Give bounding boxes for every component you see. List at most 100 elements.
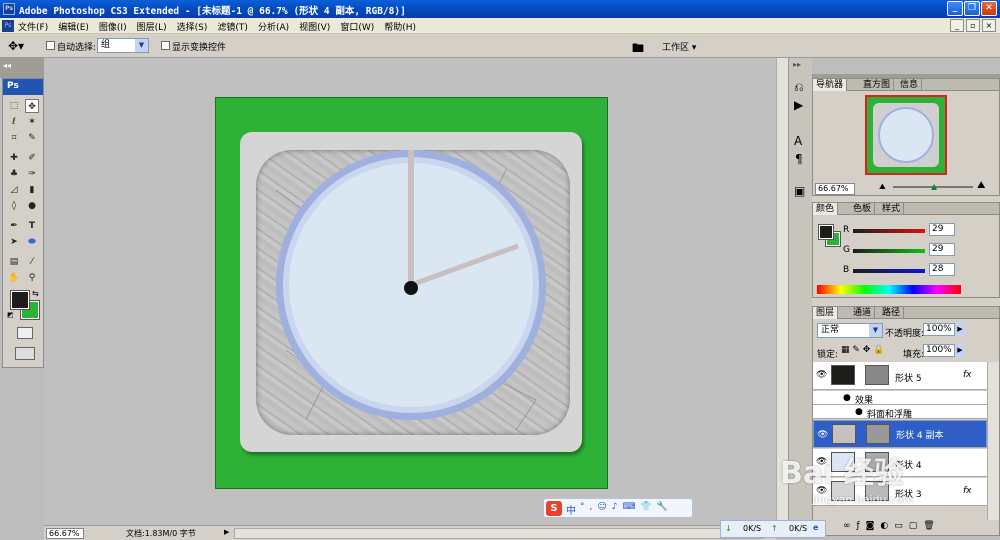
menu-item[interactable]: 文件(F) xyxy=(18,20,48,33)
tab-navigator[interactable]: 导航器 xyxy=(813,79,848,91)
layers-footer-icons[interactable]: ∞ƒ◙◐▭▢🗑 xyxy=(843,521,941,531)
minimize-button[interactable]: _ xyxy=(947,1,963,16)
crop-tool-icon[interactable]: ⌗ xyxy=(7,131,21,145)
marquee-tool-icon[interactable]: ⬚ xyxy=(7,99,21,113)
actions-panel-icon[interactable]: ▶ xyxy=(794,98,803,112)
layers-scrollbar[interactable] xyxy=(987,362,999,520)
clone-stamp-tool-icon[interactable]: ♣ xyxy=(7,167,21,181)
status-zoom-field[interactable]: 66.67% xyxy=(46,528,84,539)
blend-mode-dropdown[interactable]: 正常 ▼ xyxy=(817,323,883,338)
layer-row[interactable]: 👁 形状 5 fx xyxy=(813,362,987,390)
zoom-in-icon[interactable]: ⛰ xyxy=(977,180,985,191)
g-value[interactable]: 29 xyxy=(929,243,955,256)
r-value[interactable]: 29 xyxy=(929,223,955,236)
eraser-tool-icon[interactable]: ◿ xyxy=(7,183,21,197)
tab-color[interactable]: 颜色 xyxy=(813,203,839,215)
tab-layers[interactable]: 图层 xyxy=(813,307,839,319)
tab-info[interactable]: 信息 xyxy=(897,79,923,91)
browser-icon[interactable]: e xyxy=(813,523,818,532)
fill-arrow-icon[interactable]: ▶ xyxy=(955,344,965,357)
tab-styles[interactable]: 样式 xyxy=(879,203,905,215)
history-panel-icon[interactable]: ⎌ xyxy=(794,80,804,95)
collapse-icon[interactable]: ◂◂ xyxy=(3,61,11,70)
status-arrow-icon[interactable]: ▶ xyxy=(224,528,229,536)
history-brush-tool-icon[interactable]: ✑ xyxy=(25,167,39,181)
swap-colors-icon[interactable]: ⇆ xyxy=(32,289,39,298)
foreground-color-swatch[interactable] xyxy=(10,290,30,310)
menu-item[interactable]: 图像(I) xyxy=(99,20,127,33)
expand-icon[interactable]: ▸▸ xyxy=(793,60,801,69)
tab-paths[interactable]: 路径 xyxy=(879,307,905,319)
document-icon[interactable]: Ps xyxy=(2,20,14,32)
r-slider[interactable] xyxy=(853,229,925,233)
menu-item[interactable]: 分析(A) xyxy=(258,20,289,33)
workspace-menu[interactable]: 工作区 ▾ xyxy=(662,40,696,53)
dodge-tool-icon[interactable]: ● xyxy=(25,199,39,213)
close-button[interactable]: ✕ xyxy=(981,1,997,16)
layer-comps-panel-icon[interactable]: ▣ xyxy=(794,184,805,198)
bridge-icon[interactable]: 🖿 xyxy=(632,39,644,60)
ime-tool-icons[interactable]: °,☺♪⌨👕🔧 xyxy=(580,502,673,512)
menu-item[interactable]: 滤镜(T) xyxy=(217,20,248,33)
fill-field[interactable]: 100% xyxy=(923,344,955,357)
default-colors-icon[interactable]: ◩ xyxy=(7,311,14,319)
layer-effects-row[interactable]: ● 效果 xyxy=(813,391,987,406)
color-fg-swatch[interactable] xyxy=(818,224,834,240)
layer-effect-item[interactable]: ● 斜面和浮雕 xyxy=(813,405,987,420)
magic-wand-tool-icon[interactable]: ✶ xyxy=(25,115,39,129)
effects-eye-icon[interactable]: ● xyxy=(843,393,851,403)
move-tool-icon[interactable]: ✥ xyxy=(25,99,39,113)
g-slider[interactable] xyxy=(853,249,925,253)
tab-channels[interactable]: 通道 xyxy=(850,307,876,319)
ime-chinese-mode[interactable]: 中 xyxy=(566,502,576,517)
b-slider[interactable] xyxy=(853,269,925,273)
opacity-arrow-icon[interactable]: ▶ xyxy=(955,323,965,336)
horizontal-scrollbar[interactable] xyxy=(234,528,764,539)
menu-item[interactable]: 图层(L) xyxy=(137,20,167,33)
notes-tool-icon[interactable]: ▤ xyxy=(7,255,21,269)
gradient-tool-icon[interactable]: ▮ xyxy=(25,183,39,197)
path-selection-tool-icon[interactable]: ➤ xyxy=(7,235,21,249)
doc-restore-button[interactable]: ▫ xyxy=(966,19,980,32)
fx-icon[interactable]: fx xyxy=(963,370,972,380)
effect-eye-icon[interactable]: ● xyxy=(855,407,863,417)
visibility-eye-icon[interactable]: 👁 xyxy=(817,429,828,442)
opacity-field[interactable]: 100% xyxy=(923,323,955,336)
zoom-tool-icon[interactable]: ⚲ xyxy=(25,271,39,285)
menu-item[interactable]: 视图(V) xyxy=(299,20,330,33)
sogou-icon[interactable]: S xyxy=(546,501,562,516)
character-panel-icon[interactable]: A xyxy=(794,134,802,148)
auto-select-checkbox[interactable] xyxy=(46,41,55,50)
b-value[interactable]: 28 xyxy=(929,263,955,276)
doc-minimize-button[interactable]: _ xyxy=(950,19,964,32)
healing-brush-tool-icon[interactable]: ✚ xyxy=(7,151,21,165)
visibility-eye-icon[interactable]: 👁 xyxy=(816,370,827,380)
pen-tool-icon[interactable]: ✒ xyxy=(7,219,21,233)
hand-tool-icon[interactable]: ✋ xyxy=(7,271,21,285)
auto-select-dropdown[interactable]: 组 ▼ xyxy=(97,38,149,53)
navigator-preview[interactable] xyxy=(865,95,947,175)
lasso-tool-icon[interactable]: ℓ xyxy=(7,115,21,129)
brush-tool-icon[interactable]: ✐ xyxy=(25,151,39,165)
lock-icons[interactable]: ▦ ✎ ✥ 🔒 xyxy=(841,345,884,355)
menu-item[interactable]: 帮助(H) xyxy=(384,20,416,33)
blur-tool-icon[interactable]: ◊ xyxy=(7,199,21,213)
ellipse-tool-icon[interactable]: ⬬ xyxy=(25,235,39,249)
menu-item[interactable]: 编辑(E) xyxy=(58,20,89,33)
restore-button[interactable]: ❐ xyxy=(964,1,980,16)
tab-swatches[interactable]: 色板 xyxy=(850,203,876,215)
menu-item[interactable]: 窗口(W) xyxy=(340,20,374,33)
menu-item[interactable]: 选择(S) xyxy=(177,20,208,33)
color-spectrum[interactable] xyxy=(817,285,961,294)
paragraph-panel-icon[interactable]: ¶ xyxy=(795,152,803,166)
quick-mask-icon[interactable] xyxy=(17,327,33,339)
screen-mode-icon[interactable] xyxy=(15,347,35,360)
slice-tool-icon[interactable]: ✎ xyxy=(25,131,39,145)
tab-histogram[interactable]: 直方图 xyxy=(860,79,895,91)
eyedropper-tool-icon[interactable]: ⁄ xyxy=(25,255,39,269)
fx-icon[interactable]: fx xyxy=(963,486,972,496)
zoom-out-icon[interactable]: ⛰ xyxy=(879,182,886,192)
layer-row-selected[interactable]: 👁 形状 4 副本 xyxy=(813,420,987,448)
move-tool-icon[interactable]: ✥▾ xyxy=(8,39,24,53)
navigator-zoom-field[interactable]: 66.67% xyxy=(815,183,855,195)
